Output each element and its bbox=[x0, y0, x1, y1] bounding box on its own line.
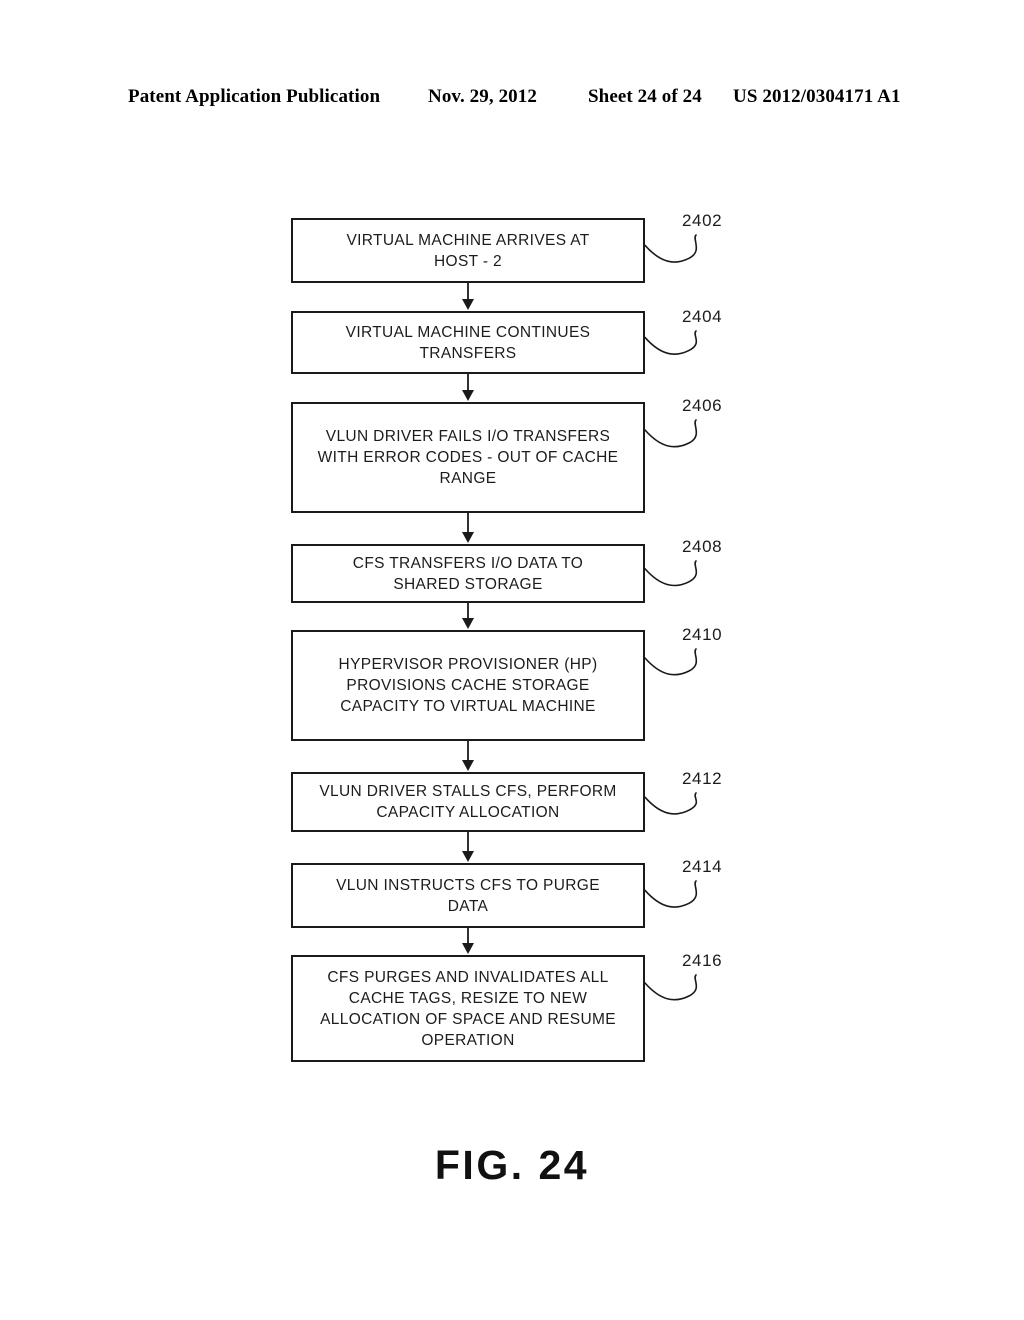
reference-numeral-2408: 2408 bbox=[682, 537, 723, 556]
connector-arrowhead-2404 bbox=[462, 390, 474, 401]
reference-numeral-2404: 2404 bbox=[682, 307, 723, 326]
step-text: CFS TRANSFERS I/O DATA TO SHARED STORAGE bbox=[352, 554, 584, 593]
reference-numeral-2406: 2406 bbox=[682, 396, 723, 415]
step-text: VLUN INSTRUCTS CFS TO PURGE DATA bbox=[336, 876, 600, 915]
step-text: VIRTUAL MACHINE ARRIVES AT HOST - 2 bbox=[346, 231, 590, 270]
connector-arrowhead-2412 bbox=[462, 851, 474, 862]
reference-numeral-2416: 2416 bbox=[682, 951, 723, 970]
step-text: CFS PURGES AND INVALIDATES ALL CACHE TAG… bbox=[320, 968, 616, 1049]
connector-arrowhead-2402 bbox=[462, 299, 474, 310]
reference-numeral-2410: 2410 bbox=[682, 625, 723, 644]
flowchart-step-2412: VLUN DRIVER STALLS CFS, PERFORM CAPACITY… bbox=[291, 772, 645, 832]
step-text: VIRTUAL MACHINE CONTINUES TRANSFERS bbox=[345, 323, 591, 362]
step-text: VLUN DRIVER FAILS I/O TRANSFERS WITH ERR… bbox=[317, 428, 619, 487]
leader-line-2404 bbox=[644, 330, 698, 355]
leader-line-2402 bbox=[644, 234, 698, 263]
flowchart-step-2406: VLUN DRIVER FAILS I/O TRANSFERS WITH ERR… bbox=[291, 402, 645, 513]
connector-arrowhead-2406 bbox=[462, 532, 474, 543]
leader-line-2414 bbox=[644, 880, 698, 908]
flowchart-step-2404: VIRTUAL MACHINE CONTINUES TRANSFERS bbox=[291, 311, 645, 374]
flowchart-step-2410: HYPERVISOR PROVISIONER (HP) PROVISIONS C… bbox=[291, 630, 645, 741]
flowchart-step-2414: VLUN INSTRUCTS CFS TO PURGE DATA bbox=[291, 863, 645, 928]
leader-line-2406 bbox=[644, 419, 698, 448]
reference-numeral-2402: 2402 bbox=[682, 211, 723, 230]
connector-arrowhead-2408 bbox=[462, 618, 474, 629]
flowchart-step-2402: VIRTUAL MACHINE ARRIVES AT HOST - 2 bbox=[291, 218, 645, 283]
reference-numeral-2412: 2412 bbox=[682, 769, 723, 788]
leader-line-2412 bbox=[644, 792, 698, 815]
connector-arrowhead-2414 bbox=[462, 943, 474, 954]
flowchart-step-2416: CFS PURGES AND INVALIDATES ALL CACHE TAG… bbox=[291, 955, 645, 1062]
figure-caption: FIG. 24 bbox=[434, 1142, 590, 1188]
leader-line-2410 bbox=[644, 648, 698, 676]
connector-arrowhead-2410 bbox=[462, 760, 474, 771]
step-text: HYPERVISOR PROVISIONER (HP) PROVISIONS C… bbox=[338, 656, 598, 715]
flowchart-diagram: VIRTUAL MACHINE ARRIVES AT HOST - 2 VIRTU… bbox=[0, 0, 1024, 1320]
leader-line-2416 bbox=[644, 974, 698, 1001]
leader-line-2408 bbox=[644, 560, 698, 587]
step-text: VLUN DRIVER STALLS CFS, PERFORM CAPACITY… bbox=[319, 783, 617, 821]
reference-numeral-2414: 2414 bbox=[682, 857, 723, 876]
flowchart-step-2408: CFS TRANSFERS I/O DATA TO SHARED STORAGE bbox=[291, 544, 645, 603]
